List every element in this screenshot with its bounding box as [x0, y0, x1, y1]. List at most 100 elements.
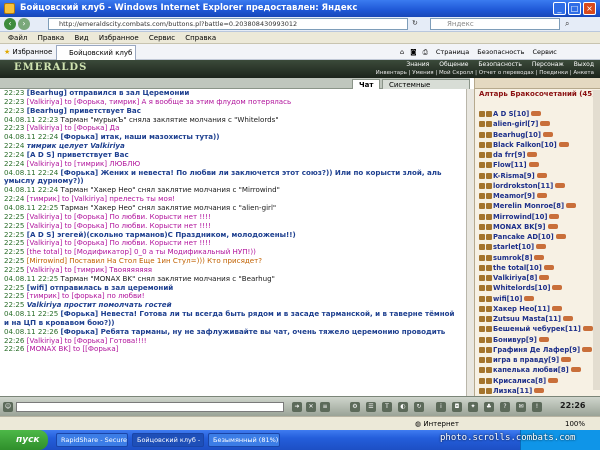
settings-icon[interactable]: ⚙: [350, 402, 360, 412]
chat-message[interactable]: [Valkiriya] to [Форька] По любви. Корыст…: [27, 238, 211, 247]
feeds-icon[interactable]: ◙: [410, 48, 416, 56]
user-nick[interactable]: Bearhug[10]: [493, 131, 541, 139]
chat-message[interactable]: [Valkiriya] to [Форька] По любви. Корыст…: [27, 221, 211, 230]
user-nick[interactable]: sumrok[8]: [493, 254, 532, 262]
chat-message[interactable]: [Valkiriya] to [Форька] Да: [27, 123, 120, 132]
chat-message[interactable]: [Bearhug] приветствует Вас: [27, 106, 141, 115]
help-icon[interactable]: !: [532, 402, 542, 412]
chat-message[interactable]: [Форька] Жених и невеста! По любви ли за…: [4, 168, 441, 186]
chat-message[interactable]: [тимрик] to [Valkiriya] прелесть ты моя!: [27, 194, 175, 203]
refresh-chat-icon[interactable]: ↻: [414, 402, 424, 412]
user-nick[interactable]: Бешеный чебурек[11]: [493, 325, 581, 333]
user-nick[interactable]: starlet[10]: [493, 243, 534, 251]
menu-knowledge[interactable]: Знания: [406, 61, 429, 68]
tools-menu[interactable]: Сервис: [533, 48, 557, 56]
chat-message[interactable]: Тарман "Хакер Нео" снял заклятие молчани…: [61, 203, 277, 212]
room-user[interactable]: Бешеный чебурек[11]: [479, 324, 593, 334]
back-arrow-icon[interactable]: ‹: [4, 18, 16, 30]
room-user[interactable]: starlet[10]: [479, 242, 593, 252]
chat-message[interactable]: [MONAX BK] to [[Форька]: [27, 344, 119, 354]
quest-icon[interactable]: ?: [500, 402, 510, 412]
print-icon[interactable]: ⎙: [423, 48, 428, 56]
room-user[interactable]: Bearhug[10]: [479, 130, 593, 140]
user-nick[interactable]: wifi[10]: [493, 295, 522, 303]
user-nick[interactable]: alien-girl[7]: [493, 120, 538, 128]
user-nick[interactable]: Бонивур[9]: [493, 336, 537, 344]
task-rapidshare[interactable]: RapidShare - Secure ...: [56, 433, 128, 447]
user-nick[interactable]: Black Falkon[10]: [493, 141, 557, 149]
menu-tools[interactable]: Сервис: [149, 34, 175, 42]
room-user[interactable]: игра в правду[9]: [479, 355, 593, 365]
map-icon[interactable]: ✦: [468, 402, 478, 412]
page-menu[interactable]: Страница: [436, 48, 469, 56]
room-user[interactable]: Meamor[9]: [479, 191, 593, 201]
room-user[interactable]: Flow[11]: [479, 160, 593, 170]
user-nick[interactable]: Графиня Де Лафер[9]: [493, 346, 580, 354]
room-user[interactable]: Pancake AD[10]: [479, 232, 593, 242]
chat-message[interactable]: [A D S] приветствует Вас: [27, 150, 129, 159]
task-untitled[interactable]: Безымянный (81%) - ...: [208, 433, 280, 447]
menu-favorites[interactable]: Избранное: [99, 34, 139, 42]
room-user[interactable]: wifi[10]: [479, 294, 593, 304]
room-user[interactable]: Zutsuu Masta[11]: [479, 314, 593, 324]
chat-message[interactable]: [Valkiriya] to [тимрик] ЛЮБЛЮ: [27, 159, 140, 168]
user-nick[interactable]: K-Risma[9]: [493, 172, 535, 180]
contacts-icon[interactable]: ☰: [366, 402, 376, 412]
user-nick[interactable]: Meamor[9]: [493, 192, 535, 200]
chat-scrollbar[interactable]: [466, 89, 474, 396]
menu-security[interactable]: Безопасность: [478, 61, 522, 68]
user-nick[interactable]: игра в правду[9]: [493, 356, 559, 364]
bag-icon[interactable]: ◘: [452, 402, 462, 412]
chat-message[interactable]: [тимрик] to [форька] по любви!: [27, 291, 145, 300]
mail-icon[interactable]: ✉: [516, 402, 526, 412]
room-user[interactable]: the total[10]: [479, 263, 593, 273]
chat-message[interactable]: [Valkiriya] to [Форька, тимрик] А я вооб…: [27, 97, 292, 106]
room-user[interactable]: капелька любви[8]: [479, 365, 593, 375]
address-input[interactable]: http://emeraldscity.combats.com/buttons.…: [48, 18, 408, 30]
room-user[interactable]: K-Risma[9]: [479, 171, 593, 181]
menu-help[interactable]: Справка: [185, 34, 216, 42]
maximize-button[interactable]: □: [568, 2, 581, 15]
menu-file[interactable]: Файл: [8, 34, 27, 42]
room-user[interactable]: Black Falkon[10]: [479, 140, 593, 150]
search-input[interactable]: Яндекс: [430, 18, 560, 30]
window-title-bar[interactable]: Бойцовский клуб - Windows Internet Explo…: [0, 0, 600, 17]
chat-message[interactable]: Тарман "Хакер Нео" снял заклятие молчани…: [61, 185, 280, 194]
refresh-icon[interactable]: ↻: [412, 19, 422, 29]
send-icon[interactable]: ➜: [292, 402, 302, 412]
user-nick[interactable]: Крисалиса[8]: [493, 377, 546, 385]
tab-system-messages[interactable]: Системные сообщения: [382, 79, 470, 99]
room-user[interactable]: A D S[10]: [479, 109, 593, 119]
menu-communication[interactable]: Общение: [439, 61, 468, 68]
room-user[interactable]: lordrokston[11]: [479, 181, 593, 191]
friends-icon[interactable]: ♣: [484, 402, 494, 412]
tab-chat[interactable]: Чат: [352, 79, 381, 89]
user-nick[interactable]: Лизка[11]: [493, 387, 532, 395]
chat-message[interactable]: Тарман "MONAX BK" снял заклятие молчания…: [61, 274, 275, 283]
chat-message[interactable]: [Valkiriya] to [Форька] По любви. Корыст…: [27, 212, 211, 221]
user-nick[interactable]: Pancake AD[10]: [493, 233, 554, 241]
chat-message[interactable]: [Форька] Невеста! Готова ли ты всегда бы…: [4, 309, 454, 327]
zoom-level[interactable]: 100%: [565, 417, 585, 431]
room-user[interactable]: Графиня Де Лафер[9]: [479, 345, 593, 355]
user-nick[interactable]: Merelin Monroe[8]: [493, 202, 564, 210]
room-user[interactable]: Бонивур[9]: [479, 335, 593, 345]
search-icon[interactable]: ⌕: [565, 19, 569, 29]
minimize-button[interactable]: _: [553, 2, 566, 15]
chat-message[interactable]: тимрик целует Valkiriya: [27, 141, 125, 150]
chat-message[interactable]: [Форька] Ребята тарманы, ну не зафлужива…: [61, 327, 446, 336]
task-fight-club[interactable]: Бойцовский клуб - ...: [132, 433, 204, 447]
smile-icon[interactable]: ☺: [3, 402, 13, 412]
user-nick[interactable]: капелька любви[8]: [493, 366, 569, 374]
room-user[interactable]: Valkiriya[8]: [479, 273, 593, 283]
chat-message[interactable]: [Valkiriya] to [Форька] Готова!!!!: [27, 336, 147, 345]
browser-tab[interactable]: Бойцовский клуб: [56, 45, 136, 60]
user-nick[interactable]: Zutsuu Masta[11]: [493, 315, 561, 323]
favorites-button[interactable]: Избранное: [13, 48, 53, 56]
room-user[interactable]: Merelin Monroe[8]: [479, 201, 593, 211]
chat-message[interactable]: Valkiriya простит помолчать гостей: [27, 300, 172, 309]
user-nick[interactable]: A D S[10]: [493, 110, 529, 118]
clear-icon[interactable]: ✕: [306, 402, 316, 412]
chat-message[interactable]: [Valkiriya] to [тимрик] Твояяяяяяя: [27, 265, 152, 274]
menu-view[interactable]: Вид: [74, 34, 88, 42]
